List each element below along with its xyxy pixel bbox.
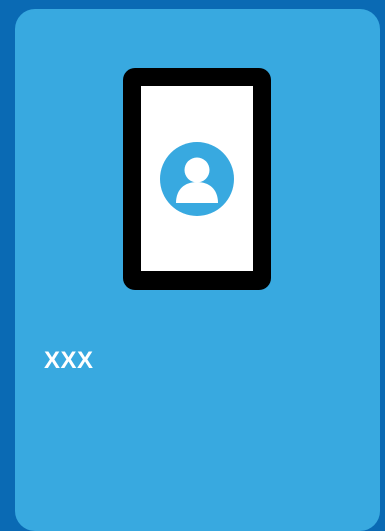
phone-screen [141,86,253,271]
user-avatar-icon [160,142,234,216]
contact-card[interactable]: XXX [15,9,380,531]
card-title: XXX [44,347,94,374]
phone-device [123,68,271,290]
